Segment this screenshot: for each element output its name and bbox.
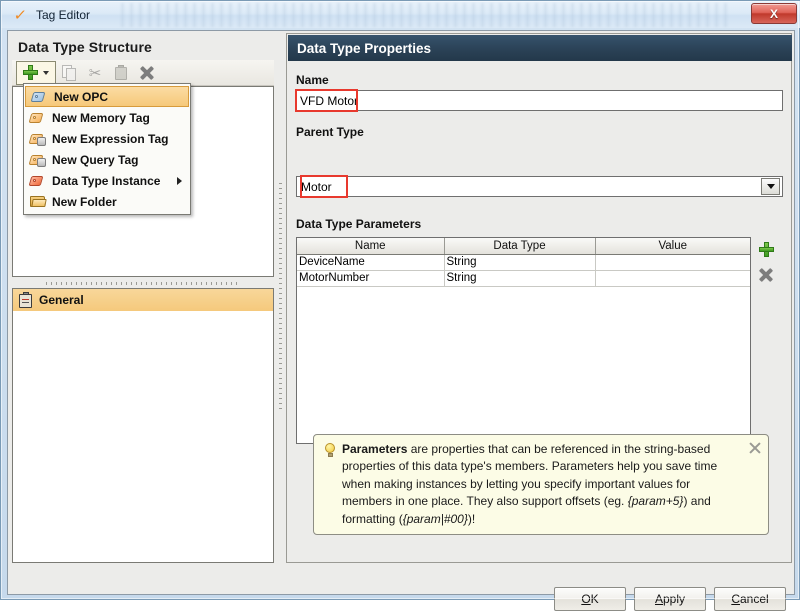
cell-name[interactable]: DeviceName [297,254,445,271]
tag-editor-window: ✓ Tag Editor X Data Type Structure ✂ Gen… [0,0,800,611]
menu-item-label: New Memory Tag [52,110,150,125]
parameters-info-box: Parameters are properties that can be re… [313,434,769,535]
parameters-label: Data Type Parameters [296,217,422,231]
info-italic-1: {param+5} [627,494,684,509]
list-item-label: General [39,293,84,307]
titlebar-texture [121,3,731,27]
tag-orange-icon [28,111,46,125]
new-button[interactable] [16,60,56,85]
x-icon [758,267,774,283]
chevron-right-icon [177,177,182,185]
chevron-down-icon[interactable] [761,178,780,195]
table-header-row: Name Data Type Value [297,238,750,255]
horizontal-splitter[interactable] [12,280,274,287]
apply-mnemonic: A [654,592,663,606]
properties-header: Data Type Properties [288,35,792,61]
table-row[interactable]: MotorNumber String [297,270,750,287]
parameters-table[interactable]: Name Data Type Value DeviceName String M… [296,237,751,444]
copy-icon [61,64,77,81]
parent-type-value: Motor [301,179,332,194]
cell-data-type[interactable]: String [444,270,596,287]
tag-expression-icon [28,132,46,146]
x-icon [139,65,155,80]
chevron-down-icon [43,70,49,75]
close-icon[interactable] [749,442,761,454]
lightbulb-icon [323,443,337,459]
name-input[interactable]: VFD Motor [296,90,783,111]
apply-button[interactable]: Apply [634,587,706,611]
data-type-properties-pane: Data Type Properties Name VFD Motor Pare… [286,33,792,563]
scissors-icon: ✂ [88,63,102,82]
title-bar: ✓ Tag Editor X [1,1,800,28]
tag-blue-icon [30,90,48,104]
close-window-button[interactable]: X [751,3,797,24]
list-item[interactable]: General [13,289,273,311]
new-item-context-menu[interactable]: New OPC New Memory Tag New Expression Ta… [23,83,191,215]
cut-button[interactable]: ✂ [82,61,108,85]
ok-button[interactable]: OK [554,587,626,611]
properties-header-label: Data Type Properties [297,40,432,56]
cancel-button[interactable]: Cancel [714,587,786,611]
menu-item-new-folder[interactable]: New Folder [24,191,190,212]
tag-query-icon [28,153,46,167]
info-bold-lead: Parameters [342,442,408,456]
menu-item-label: New OPC [54,89,109,104]
column-header-name[interactable]: Name [297,238,445,255]
cancel-label-rest: ancel [739,592,769,606]
cancel-mnemonic: C [731,592,740,606]
menu-item-label: New Query Tag [52,152,139,167]
green-plus-icon [758,241,774,257]
data-type-member-list[interactable]: General [12,288,274,563]
paste-button[interactable] [108,61,134,85]
vertical-splitter[interactable] [276,33,285,563]
vertical-splitter-grip-dots [279,183,282,413]
info-italic-2: {param|#00} [402,511,468,526]
cell-value[interactable] [595,254,750,271]
cell-name[interactable]: MotorNumber [297,270,445,287]
menu-item-new-expression-tag[interactable]: New Expression Tag [24,128,190,149]
window-title: Tag Editor [36,7,91,22]
clipboard-icon [115,65,127,80]
tag-red-icon [28,174,46,188]
info-text-3: )! [467,511,476,526]
menu-item-new-opc[interactable]: New OPC [25,86,189,107]
apply-label-rest: pply [663,592,686,606]
clipboard-icon [19,291,32,308]
menu-item-new-query-tag[interactable]: New Query Tag [24,149,190,170]
parent-type-label: Parent Type [296,125,364,139]
splitter-grip-dots [45,282,241,285]
menu-item-data-type-instance[interactable]: Data Type Instance [24,170,190,191]
menu-item-label: New Expression Tag [52,131,169,146]
ok-label-rest: K [590,592,599,606]
name-label: Name [296,73,329,87]
column-header-value[interactable]: Value [595,238,750,255]
left-pane-title: Data Type Structure [18,39,152,55]
parent-type-select[interactable]: Motor [296,176,783,197]
copy-button[interactable] [56,61,82,85]
table-row[interactable]: DeviceName String [297,254,750,271]
cell-value[interactable] [595,270,750,287]
cell-data-type[interactable]: String [444,254,596,271]
menu-item-label: Data Type Instance [52,173,161,188]
add-parameter-button[interactable] [755,238,777,260]
menu-item-new-memory-tag[interactable]: New Memory Tag [24,107,190,128]
green-plus-icon [23,65,38,80]
folder-icon [30,195,47,208]
ok-mnemonic: O [581,592,591,606]
remove-parameter-button[interactable] [755,264,777,286]
app-checkmark-icon: ✓ [12,5,28,24]
info-box-text: Parameters are properties that can be re… [342,441,740,528]
delete-button[interactable] [134,61,160,85]
menu-item-label: New Folder [52,194,117,209]
name-input-value: VFD Motor [300,93,359,108]
column-header-data-type[interactable]: Data Type [444,238,596,255]
